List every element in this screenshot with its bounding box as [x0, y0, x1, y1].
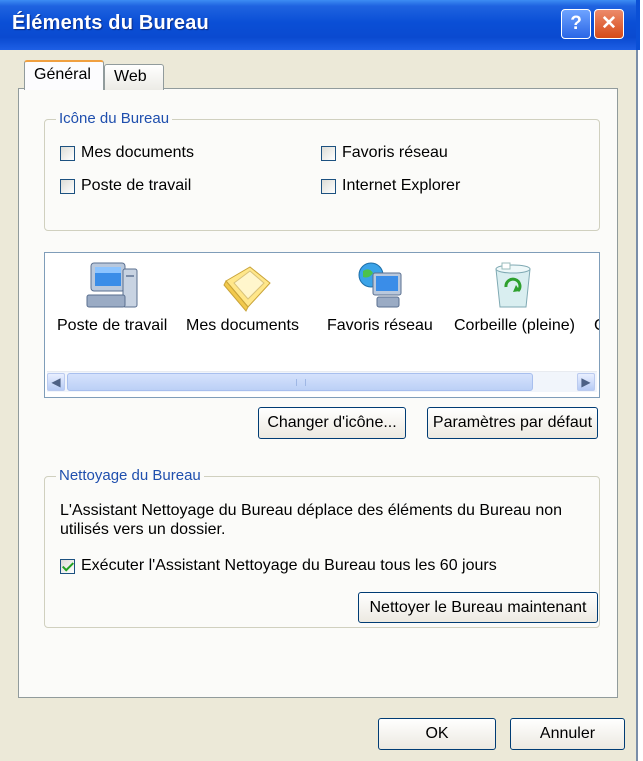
- desktop-icons-group: Icône du Bureau Mes documents Favoris ré…: [44, 109, 600, 231]
- scroll-left-button[interactable]: ◀: [47, 373, 65, 391]
- icon-list-view[interactable]: Poste de travail Mes documents Favoris r…: [44, 252, 600, 398]
- checkbox-network-places[interactable]: Favoris réseau: [321, 144, 448, 162]
- background-edge-blue: [636, 0, 640, 50]
- icon-label-my-documents: Mes documents: [186, 317, 299, 334]
- title-bar[interactable]: Éléments du Bureau ? ✕: [0, 0, 636, 50]
- tab-general[interactable]: Général: [24, 60, 104, 90]
- cleanup-description: L'Assistant Nettoyage du Bureau déplace …: [60, 501, 595, 539]
- cleanup-description-line1: L'Assistant Nettoyage du Bureau déplace …: [60, 502, 563, 519]
- arrow-left-icon: ◀: [51, 375, 61, 389]
- my-computer-label: Poste de travail: [81, 177, 192, 194]
- desktop-cleanup-legend: Nettoyage du Bureau: [56, 466, 204, 486]
- computer-icon: [86, 262, 138, 308]
- icon-item-truncated[interactable]: C: [594, 253, 599, 373]
- change-icon-button[interactable]: Changer d'icône...: [258, 407, 406, 439]
- scroll-thumb[interactable]: [67, 373, 533, 391]
- background-edge-line: [636, 50, 638, 761]
- network-places-icon: [358, 262, 402, 308]
- checkbox-my-computer[interactable]: Poste de travail: [60, 177, 191, 195]
- clean-desktop-now-button[interactable]: Nettoyer le Bureau maintenant: [358, 592, 598, 623]
- desktop-cleanup-group: Nettoyage du Bureau L'Assistant Nettoyag…: [44, 466, 600, 628]
- my-documents-label: Mes documents: [81, 144, 194, 161]
- window-title: Éléments du Bureau: [12, 12, 209, 34]
- internet-explorer-label: Internet Explorer: [342, 177, 461, 194]
- icon-item-network-places[interactable]: Favoris réseau: [327, 253, 451, 373]
- dialog-window: Éléments du Bureau ? ✕ Général Web Icône…: [0, 0, 636, 761]
- checkbox-internet-explorer[interactable]: Internet Explorer: [321, 177, 460, 195]
- cleanup-description-line2: utilisés vers un dossier.: [60, 521, 226, 538]
- tab-web[interactable]: Web: [104, 64, 164, 90]
- background-edge: [636, 0, 643, 761]
- scroll-grip-icon: [296, 379, 306, 386]
- ok-button[interactable]: OK: [378, 718, 496, 750]
- help-button[interactable]: ?: [561, 9, 591, 39]
- checkbox-run-cleanup-wizard[interactable]: Exécuter l'Assistant Nettoyage du Bureau…: [60, 557, 497, 575]
- icon-item-recycle-bin[interactable]: Corbeille (pleine): [454, 253, 584, 373]
- scroll-right-button[interactable]: ▶: [577, 373, 595, 391]
- run-cleanup-label: Exécuter l'Assistant Nettoyage du Bureau…: [81, 557, 497, 574]
- icon-label-truncated: C: [594, 317, 599, 335]
- icon-item-my-documents[interactable]: Mes documents: [186, 253, 310, 373]
- checkbox-my-documents[interactable]: Mes documents: [60, 144, 194, 162]
- icon-item-my-computer[interactable]: Poste de travail: [57, 253, 181, 373]
- icon-label-recycle-bin: Corbeille (pleine): [454, 317, 575, 334]
- arrow-right-icon: ▶: [581, 375, 591, 389]
- restore-default-button[interactable]: Paramètres par défaut: [427, 407, 598, 439]
- cancel-button[interactable]: Annuler: [510, 718, 625, 750]
- icon-label-my-computer: Poste de travail: [57, 317, 168, 334]
- my-documents-checkbox-box[interactable]: [60, 145, 75, 161]
- recycle-bin-full-icon: [495, 262, 531, 308]
- question-mark-icon: ?: [570, 13, 582, 34]
- internet-explorer-checkbox-box[interactable]: [321, 178, 336, 194]
- network-places-label: Favoris réseau: [342, 144, 448, 161]
- close-button[interactable]: ✕: [594, 9, 624, 39]
- desktop-icons-legend: Icône du Bureau: [56, 109, 173, 129]
- network-places-checkbox-box[interactable]: [321, 145, 336, 161]
- run-cleanup-checkbox-box[interactable]: [60, 558, 75, 574]
- my-computer-checkbox-box[interactable]: [60, 178, 75, 194]
- close-icon: ✕: [601, 13, 617, 34]
- icon-label-network-places: Favoris réseau: [327, 317, 433, 334]
- horizontal-scrollbar[interactable]: ◀ ▶: [47, 371, 597, 392]
- folder-icon: [223, 266, 271, 312]
